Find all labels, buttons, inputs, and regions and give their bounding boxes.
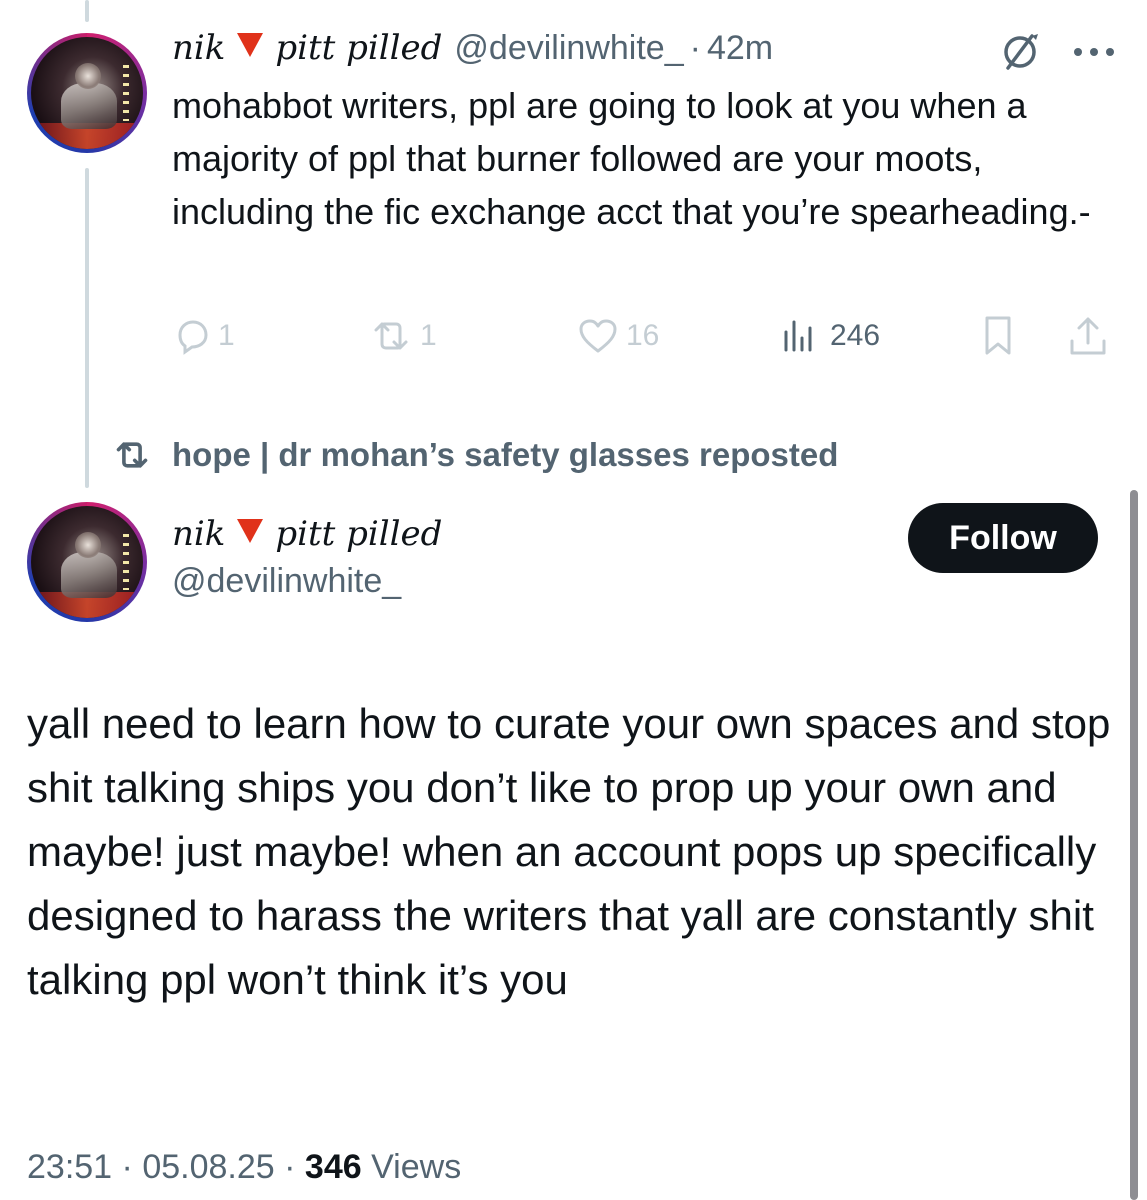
timestamp[interactable]: 42m [707, 29, 773, 68]
red-triangle-icon [237, 519, 264, 543]
repost-banner-text: hope | dr mohan’s safety glasses reposte… [172, 436, 839, 473]
tweet-header: nik pitt pilled @devilinwhite_ · 42m [172, 28, 773, 72]
separator: · [284, 1148, 296, 1186]
avatar[interactable] [27, 33, 147, 153]
thread-connector-top [85, 0, 89, 22]
like-count: 16 [626, 319, 660, 352]
follow-button[interactable]: Follow [908, 503, 1098, 573]
views-count: 346 [304, 1148, 362, 1186]
like-button[interactable]: 16 [576, 308, 659, 364]
display-name: nik [172, 514, 226, 554]
repost-banner[interactable]: hope | dr mohan’s safety glasses reposte… [110, 430, 838, 480]
views-button[interactable]: 246 [778, 308, 880, 364]
red-triangle-icon [237, 33, 264, 57]
tweet-text: yall need to learn how to curate your ow… [27, 700, 1111, 1003]
repost-button[interactable]: 1 [368, 308, 437, 364]
display-name-suffix[interactable]: pitt pilled [275, 28, 442, 68]
repost-icon [374, 322, 408, 350]
thread-connector [85, 168, 89, 488]
share-button[interactable] [1066, 308, 1110, 364]
like-icon [579, 319, 617, 353]
tweet-date[interactable]: 05.08.25 [142, 1148, 274, 1186]
tweet-meta: 23:51 · 05.08.25 · 346 Views [27, 1148, 461, 1187]
avatar[interactable] [27, 502, 147, 622]
tweet-text: mohabbot writers, ppl are going to look … [172, 85, 1091, 232]
reply-button[interactable]: 1 [172, 308, 235, 364]
repost-icon [116, 442, 148, 468]
grok-icon[interactable] [998, 30, 1042, 74]
bookmark-icon [985, 316, 1011, 355]
views-icon [784, 320, 812, 352]
tweet-thread-view: nik pitt pilled @devilinwhite_ · 42m moh… [0, 0, 1147, 1200]
tweet-time[interactable]: 23:51 [27, 1148, 112, 1186]
views-count: 246 [830, 319, 881, 352]
separator: · [121, 1148, 133, 1186]
share-icon [1070, 317, 1106, 355]
bookmark-button[interactable] [978, 308, 1018, 364]
author-name[interactable]: nik pitt pilled [172, 514, 442, 554]
repost-count: 1 [420, 319, 437, 352]
scrollbar[interactable] [1130, 490, 1138, 1200]
display-name[interactable]: nik [172, 28, 225, 68]
user-handle[interactable]: @devilinwhite_ [172, 562, 401, 601]
tweet-actions: 1 1 16 246 [172, 308, 1122, 364]
display-name-suffix: pitt pilled [275, 514, 443, 554]
views-label: Views [371, 1148, 462, 1186]
reply-icon [178, 320, 208, 355]
user-handle[interactable]: @devilinwhite_ [454, 29, 683, 68]
reply-count: 1 [218, 319, 235, 352]
separator: · [689, 29, 701, 67]
more-icon[interactable] [1070, 40, 1118, 64]
